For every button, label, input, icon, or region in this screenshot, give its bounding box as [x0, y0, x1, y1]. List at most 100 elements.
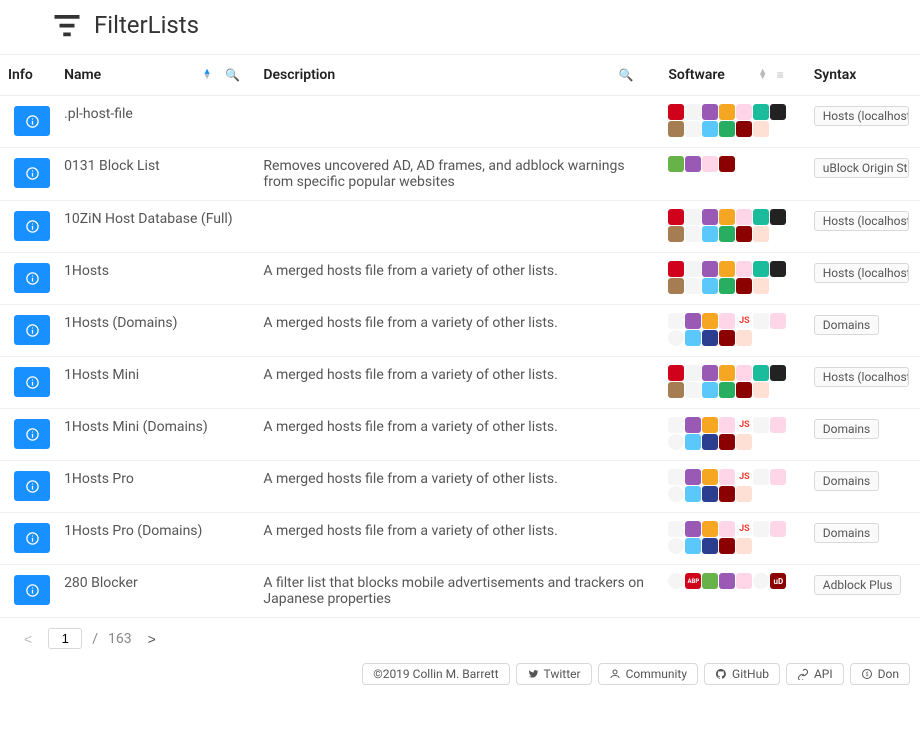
syntax-tag[interactable]: Domains — [814, 471, 880, 491]
software-icon[interactable] — [685, 104, 701, 120]
software-icon[interactable] — [753, 226, 769, 242]
software-icon[interactable] — [702, 104, 718, 120]
software-icon[interactable] — [668, 486, 684, 502]
software-icon[interactable] — [736, 104, 752, 120]
software-icon[interactable] — [719, 226, 735, 242]
software-icon[interactable] — [685, 313, 701, 329]
software-icon[interactable] — [668, 104, 684, 120]
software-icon[interactable] — [685, 469, 701, 485]
syntax-tag[interactable]: Domains — [814, 315, 880, 335]
community-link[interactable]: Community — [598, 663, 698, 685]
software-icon[interactable] — [702, 365, 718, 381]
filter-icon[interactable]: ≡ — [777, 68, 784, 82]
software-icon[interactable] — [668, 469, 684, 485]
page-input[interactable] — [48, 628, 82, 649]
software-icon[interactable] — [685, 434, 701, 450]
col-name[interactable]: Name ▲▼ 🔍 — [56, 55, 255, 96]
software-icon[interactable]: JS — [736, 469, 752, 485]
software-icon[interactable] — [668, 261, 684, 277]
software-icon[interactable] — [702, 486, 718, 502]
software-icon[interactable] — [753, 104, 769, 120]
software-icon[interactable] — [736, 365, 752, 381]
software-icon[interactable] — [668, 121, 684, 137]
col-software[interactable]: Software ▲▼ ≡ — [660, 55, 805, 96]
syntax-tag[interactable]: Hosts (localhosts) — [814, 367, 909, 387]
software-icon[interactable] — [719, 121, 735, 137]
software-icon[interactable] — [668, 209, 684, 225]
info-button[interactable] — [14, 315, 50, 345]
software-icon[interactable] — [719, 209, 735, 225]
syntax-tag[interactable]: Adblock Plus — [814, 575, 902, 595]
software-icon[interactable] — [736, 121, 752, 137]
software-icon[interactable] — [719, 538, 735, 554]
software-icon[interactable] — [685, 278, 701, 294]
software-icon[interactable] — [736, 261, 752, 277]
prev-page-button[interactable]: < — [18, 629, 38, 649]
software-icon[interactable] — [753, 209, 769, 225]
info-button[interactable] — [14, 575, 50, 605]
software-icon[interactable] — [702, 469, 718, 485]
software-icon[interactable] — [736, 278, 752, 294]
copyright-chip[interactable]: ©2019 Collin M. Barrett — [362, 663, 509, 685]
software-icon[interactable] — [702, 278, 718, 294]
donate-link[interactable]: $ Don — [850, 663, 910, 685]
software-icon[interactable]: JS — [736, 417, 752, 433]
software-icon[interactable] — [702, 538, 718, 554]
software-icon[interactable]: ABP — [685, 573, 701, 589]
software-icon[interactable] — [770, 469, 786, 485]
next-page-button[interactable]: > — [142, 629, 162, 649]
software-icon[interactable] — [719, 382, 735, 398]
col-info[interactable]: Info — [0, 55, 56, 96]
info-button[interactable] — [14, 211, 50, 241]
api-link[interactable]: API — [786, 663, 844, 685]
software-icon[interactable] — [685, 521, 701, 537]
col-syntax[interactable]: Syntax — [806, 55, 920, 96]
software-icon[interactable] — [753, 261, 769, 277]
software-icon[interactable] — [719, 417, 735, 433]
software-icon[interactable] — [770, 209, 786, 225]
software-icon[interactable] — [753, 573, 769, 589]
software-icon[interactable] — [719, 365, 735, 381]
software-icon[interactable] — [668, 330, 684, 346]
software-icon[interactable] — [702, 226, 718, 242]
twitter-link[interactable]: Twitter — [516, 663, 592, 685]
software-icon[interactable] — [702, 121, 718, 137]
software-icon[interactable] — [719, 469, 735, 485]
software-icon[interactable] — [753, 121, 769, 137]
syntax-tag[interactable]: Hosts (localhosts) — [814, 106, 909, 126]
software-icon[interactable] — [685, 330, 701, 346]
syntax-tag[interactable]: Domains — [814, 419, 880, 439]
software-icon[interactable] — [668, 226, 684, 242]
software-icon[interactable] — [770, 521, 786, 537]
software-icon[interactable] — [668, 417, 684, 433]
software-icon[interactable] — [736, 434, 752, 450]
software-icon[interactable] — [702, 209, 718, 225]
software-icon[interactable] — [719, 434, 735, 450]
software-icon[interactable] — [685, 538, 701, 554]
software-icon[interactable] — [685, 226, 701, 242]
software-icon[interactable] — [753, 521, 769, 537]
software-icon[interactable] — [702, 434, 718, 450]
software-icon[interactable]: JS — [736, 313, 752, 329]
software-icon[interactable] — [668, 382, 684, 398]
software-icon[interactable] — [685, 417, 701, 433]
software-icon[interactable] — [685, 209, 701, 225]
software-icon[interactable] — [770, 313, 786, 329]
software-icon[interactable] — [702, 417, 718, 433]
software-icon[interactable] — [736, 538, 752, 554]
software-icon[interactable] — [753, 365, 769, 381]
info-button[interactable] — [14, 263, 50, 293]
software-icon[interactable]: uD — [770, 573, 786, 589]
software-icon[interactable] — [668, 573, 684, 589]
software-icon[interactable] — [702, 156, 718, 172]
software-icon[interactable] — [685, 121, 701, 137]
search-icon[interactable]: 🔍 — [225, 68, 240, 82]
software-icon[interactable] — [770, 417, 786, 433]
software-icon[interactable] — [770, 261, 786, 277]
github-link[interactable]: GitHub — [704, 663, 780, 685]
software-icon[interactable] — [770, 365, 786, 381]
software-icon[interactable]: JS — [736, 521, 752, 537]
software-icon[interactable] — [702, 382, 718, 398]
info-button[interactable] — [14, 367, 50, 397]
software-icon[interactable] — [719, 573, 735, 589]
